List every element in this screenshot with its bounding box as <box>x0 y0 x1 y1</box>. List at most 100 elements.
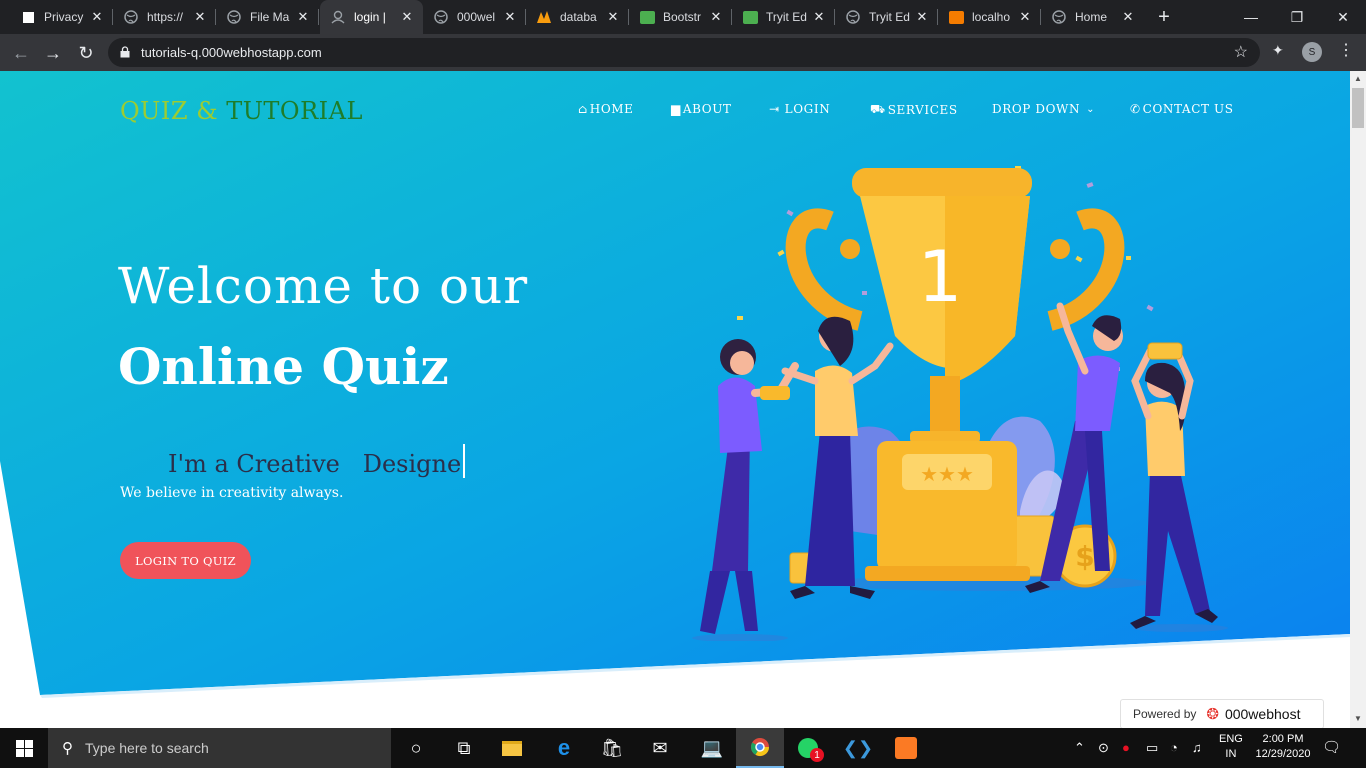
antivirus-icon[interactable]: ● <box>1122 740 1130 755</box>
globe-icon <box>1051 9 1067 25</box>
close-icon[interactable]: ✕ <box>811 9 827 25</box>
tab-tryit-1[interactable]: Tryit Ed ✕ <box>732 0 835 34</box>
laptop-icon[interactable]: 💻 <box>688 728 736 768</box>
chrome-icon[interactable] <box>736 728 784 768</box>
windows-taskbar: ⚲ Type here to search ○ ⧉ e 🛍 ✉ 💻 1 ❮❯ ⌃… <box>0 728 1366 768</box>
tab-tryit-2[interactable]: Tryit Ed ✕ <box>835 0 938 34</box>
tab-https[interactable]: https:// ✕ <box>113 0 216 34</box>
globe-icon <box>123 9 139 25</box>
phone-icon: ✆ <box>1130 102 1141 116</box>
trophy-illustration: $ ★★★ 1 <box>692 166 1228 641</box>
bookmark-star-icon[interactable]: ☆ <box>1234 42 1248 62</box>
tab-privacy[interactable]: Privacy ✕ <box>10 0 113 34</box>
restore-icon[interactable]: ❐ <box>1274 0 1320 34</box>
url-text[interactable]: tutorials-q.000webhostapp.com <box>141 45 322 60</box>
cortana-icon[interactable]: ○ <box>392 728 440 768</box>
scroll-up-icon[interactable]: ▲ <box>1354 74 1362 83</box>
nav-contact[interactable]: ✆ CONTACT US <box>1130 102 1234 116</box>
nav-home[interactable]: ⌂ HOME <box>578 102 634 116</box>
w3schools-icon <box>742 9 758 25</box>
task-view-icon[interactable]: ⧉ <box>440 728 488 768</box>
close-window-icon[interactable]: ✕ <box>1320 0 1366 34</box>
menu-icon[interactable]: ⋮ <box>1338 40 1354 60</box>
whatsapp-icon[interactable]: 1 <box>784 728 832 768</box>
nav-services[interactable]: ⛟ SERVICES <box>870 102 958 118</box>
tab-login[interactable]: login | ✕ <box>320 0 423 34</box>
store-icon[interactable]: 🛍 <box>588 728 636 768</box>
svg-text:$: $ <box>1075 540 1094 573</box>
address-bar[interactable]: tutorials-q.000webhostapp.com ☆ <box>108 38 1260 67</box>
chevron-down-icon: ⌄ <box>1086 103 1096 115</box>
page-viewport: QUIZ & TUTORIAL ⌂ HOME ▆ ABOUT ⇥ LOGIN ⛟ SER… <box>0 71 1350 728</box>
hero-title: Online Quiz <box>118 337 449 396</box>
back-icon[interactable]: ← <box>8 40 34 66</box>
000webhost-logo-icon: ❂ <box>1206 706 1219 723</box>
phpmyadmin-icon <box>536 9 552 25</box>
close-icon[interactable]: ✕ <box>914 9 930 25</box>
close-icon[interactable]: ✕ <box>1120 9 1136 25</box>
nav-login[interactable]: ⇥ LOGIN <box>769 102 830 116</box>
nav-dropdown[interactable]: DROP DOWN ⌄ <box>992 102 1097 116</box>
truck-icon: ⛟ <box>870 102 886 116</box>
close-icon[interactable]: ✕ <box>192 9 208 25</box>
scrollbar-thumb[interactable] <box>1352 88 1364 128</box>
globe-icon <box>433 9 449 25</box>
page-icon <box>20 9 36 25</box>
system-clock[interactable]: 2:00 PM 12/29/2020 <box>1252 732 1314 762</box>
notifications-icon[interactable]: 🗨 <box>1322 738 1341 756</box>
close-icon[interactable]: ✕ <box>399 9 415 25</box>
search-icon: ⚲ <box>62 740 73 757</box>
tab-database[interactable]: databa ✕ <box>526 0 629 34</box>
close-icon[interactable]: ✕ <box>89 9 105 25</box>
forward-icon[interactable]: → <box>40 40 66 66</box>
edge-icon[interactable]: e <box>540 728 588 768</box>
close-icon[interactable]: ✕ <box>605 9 621 25</box>
xampp-icon <box>948 9 964 25</box>
typed-text: I'm a Creative Designe <box>168 444 466 478</box>
start-button[interactable] <box>0 728 48 768</box>
battery-icon[interactable]: ▭ <box>1146 740 1158 756</box>
wifi-icon[interactable]: ◔ <box>1170 740 1178 755</box>
extensions-icon[interactable]: ✦ <box>1272 42 1284 59</box>
new-tab-button[interactable]: + <box>1152 5 1176 29</box>
hero-welcome-heading: Welcome to our <box>118 257 529 315</box>
taskbar-search[interactable]: ⚲ Type here to search <box>48 728 391 768</box>
vscode-icon[interactable]: ❮❯ <box>834 728 882 768</box>
close-icon[interactable]: ✕ <box>295 9 311 25</box>
reload-icon[interactable]: ↻ <box>73 40 99 66</box>
login-to-quiz-button[interactable]: LOGIN TO QUIZ <box>120 542 251 579</box>
trophy-number: 1 <box>918 236 963 318</box>
page-scrollbar[interactable]: ▲ ▼ <box>1350 71 1366 728</box>
w3schools-icon <box>639 9 655 25</box>
minimize-icon[interactable]: — <box>1228 0 1274 34</box>
close-icon[interactable]: ✕ <box>1017 9 1033 25</box>
sign-in-icon: ⇥ <box>769 102 780 116</box>
meet-now-icon[interactable]: ⊙ <box>1098 740 1109 756</box>
profile-avatar[interactable]: S <box>1302 42 1322 62</box>
language-indicator[interactable]: ENG IN <box>1219 732 1243 762</box>
tab-bootstrap[interactable]: Bootstr ✕ <box>629 0 732 34</box>
volume-icon[interactable]: ♫ <box>1192 740 1202 755</box>
tab-localhost[interactable]: localho ✕ <box>938 0 1041 34</box>
hero-subtitle: We believe in creativity always. <box>120 485 344 501</box>
powered-by-badge[interactable]: Powered by ❂ 000webhost <box>1120 699 1324 728</box>
tab-file-manager[interactable]: File Ma ✕ <box>216 0 319 34</box>
whatsapp-badge: 1 <box>810 748 824 762</box>
file-explorer-icon[interactable] <box>488 728 536 768</box>
nav-about[interactable]: ▆ ABOUT <box>671 102 732 116</box>
xampp-icon[interactable] <box>882 728 930 768</box>
mail-icon[interactable]: ✉ <box>636 728 684 768</box>
svg-text:★★★: ★★★ <box>920 462 974 486</box>
tab-strip: Privacy ✕ https:// ✕ File Ma ✕ login | ✕… <box>0 0 1366 34</box>
tab-home[interactable]: Home ✕ <box>1041 0 1144 34</box>
close-icon[interactable]: ✕ <box>502 9 518 25</box>
typing-caret <box>463 444 466 478</box>
tab-000webhost[interactable]: 000wel ✕ <box>423 0 526 34</box>
site-brand[interactable]: QUIZ & TUTORIAL <box>120 97 363 125</box>
close-icon[interactable]: ✕ <box>708 9 724 25</box>
scroll-down-icon[interactable]: ▼ <box>1354 714 1362 723</box>
book-icon: ▆ <box>671 102 681 116</box>
browser-toolbar: ← → ↻ tutorials-q.000webhostapp.com ☆ ✦ <box>0 34 1366 71</box>
globe-icon <box>226 9 242 25</box>
show-hidden-icons[interactable]: ⌃ <box>1074 740 1085 756</box>
